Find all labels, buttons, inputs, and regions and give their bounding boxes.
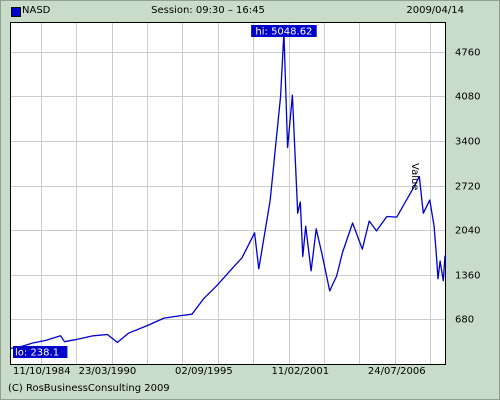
y-tick-label: 4760 <box>455 48 480 59</box>
copyright-text: (C) RosBusinessConsulting 2009 <box>8 383 170 394</box>
x-tick-label: 11/10/1984 <box>13 366 71 377</box>
y-tick-label: 680 <box>455 315 474 326</box>
chart-canvas: 680 1360 2040 2720 3400 4080 4760 11/10/1984 23/… <box>10 23 480 377</box>
y-tick-label: 2040 <box>455 226 480 237</box>
x-tick-label: 23/03/1990 <box>79 366 137 377</box>
y-tick-label: 2720 <box>455 182 480 193</box>
y-tick-label: 1360 <box>455 271 480 282</box>
y-axis-label: Value <box>409 163 420 191</box>
y-tick-label: 3400 <box>455 137 480 148</box>
x-tick-label: 24/07/2006 <box>368 366 426 377</box>
high-label: hi: 5048.62 <box>255 27 312 38</box>
x-tick-label: 02/09/1995 <box>175 366 233 377</box>
y-tick-label: 4080 <box>455 92 480 103</box>
x-tick-label: 11/02/2001 <box>271 366 329 377</box>
low-label: lo: 238.1 <box>15 348 59 359</box>
